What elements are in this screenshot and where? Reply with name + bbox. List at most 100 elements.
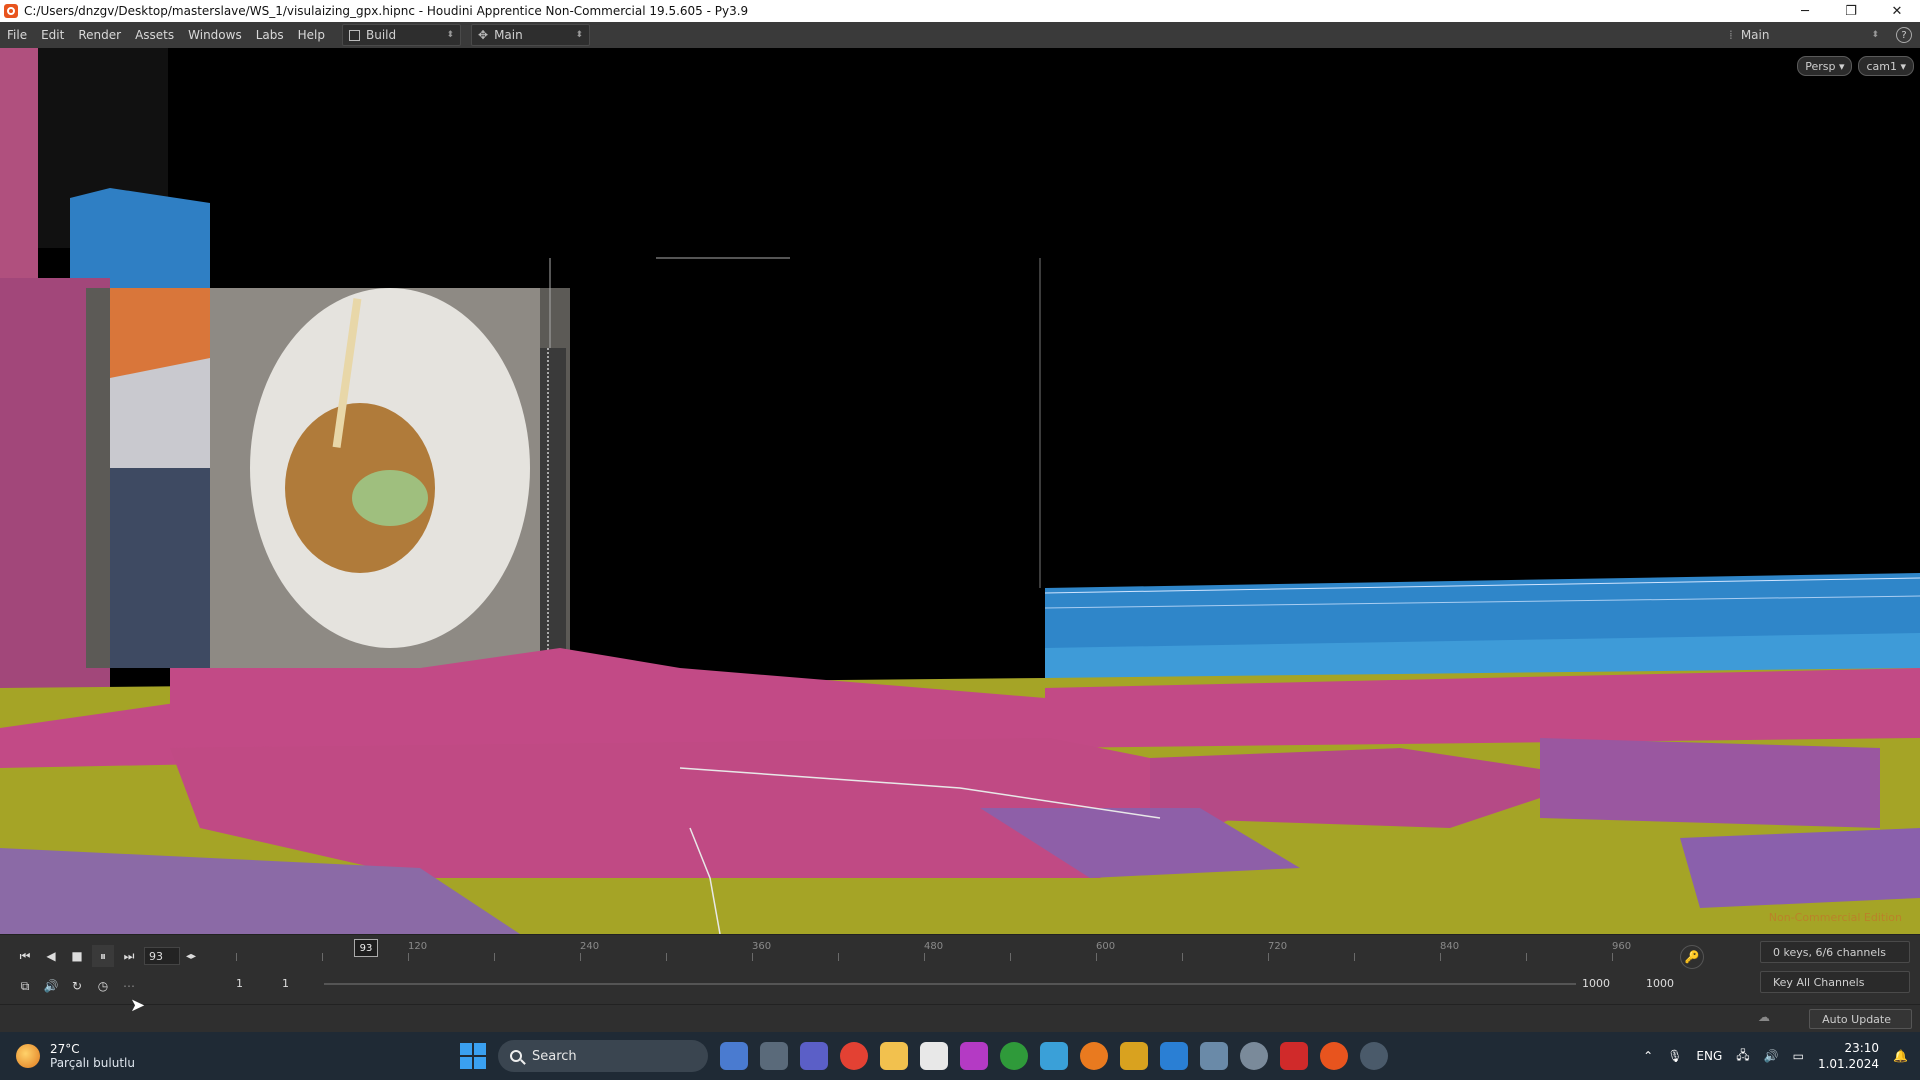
vscode-icon[interactable] — [1160, 1042, 1188, 1070]
instagram-icon[interactable] — [960, 1042, 988, 1070]
search-label: Search — [532, 1048, 577, 1064]
battery-icon[interactable]: ▭ — [1793, 1049, 1804, 1063]
scene-viewport[interactable]: Persp ▾ cam1 ▾ Non-Commercial Edition — [0, 48, 1920, 934]
perspective-menu[interactable]: Persp ▾ — [1797, 56, 1853, 76]
desktop-selector-main[interactable]: ✥ Main ⬍ — [471, 24, 590, 46]
volume-icon[interactable]: 🔊 — [1764, 1049, 1779, 1063]
blender-icon[interactable] — [1080, 1042, 1108, 1070]
chevron-updown-icon: ⬍ — [575, 30, 583, 40]
weather-desc: Parçalı bulutlu — [50, 1056, 135, 1070]
menu-windows[interactable]: Windows — [181, 28, 249, 42]
file-explorer-icon[interactable] — [880, 1042, 908, 1070]
photo-panel — [86, 288, 570, 668]
tick-label: 960 — [1612, 941, 1632, 952]
menu-help[interactable]: Help — [291, 28, 332, 42]
chevron-updown-icon: ⬍ — [446, 30, 454, 40]
weather-icon — [16, 1044, 40, 1068]
range-start-field[interactable]: 1 — [236, 977, 243, 990]
menu-file[interactable]: File — [0, 28, 34, 42]
pause-button[interactable]: ⏸ — [92, 945, 114, 967]
notification-bell-icon[interactable]: 🔔 — [1893, 1049, 1908, 1063]
houdini-app-icon — [4, 4, 18, 18]
settings-icon[interactable] — [1240, 1042, 1268, 1070]
tick-label: 120 — [408, 941, 428, 952]
maximize-button[interactable]: ❐ — [1828, 0, 1874, 22]
start-button[interactable] — [460, 1043, 486, 1069]
notepad-icon[interactable] — [1040, 1042, 1068, 1070]
range-slider[interactable] — [324, 983, 1576, 985]
clock-icon[interactable]: ◷ — [92, 975, 114, 997]
weather-temp: 27°C — [50, 1042, 80, 1056]
language-indicator[interactable]: ENG — [1696, 1049, 1722, 1063]
step-back-button[interactable]: ◀ — [40, 945, 62, 967]
close-button[interactable]: ✕ — [1874, 0, 1920, 22]
widgets-icon[interactable] — [720, 1042, 748, 1070]
network-icon[interactable]: 🖧 — [1736, 1046, 1749, 1067]
key-all-channels-button[interactable]: Key All Channels — [1760, 971, 1910, 993]
key-tool-icon[interactable]: 🔑 — [1680, 945, 1704, 969]
acrobat-icon[interactable] — [1280, 1042, 1308, 1070]
blue-block — [70, 188, 210, 288]
timeline-ruler[interactable]: 93 120 240 360 480 600 720 840 960 — [236, 939, 1666, 967]
playhead-marker[interactable]: 93 — [354, 939, 378, 957]
range-end-field[interactable]: 1000 — [1582, 977, 1610, 990]
menu-edit[interactable]: Edit — [34, 28, 71, 42]
audio-icon[interactable]: 🔊 — [40, 975, 62, 997]
layout-icon — [349, 29, 360, 41]
microphone-icon[interactable]: 🎙 — [1667, 1049, 1682, 1063]
stop-button[interactable]: ■ — [66, 945, 88, 967]
step-keys-icon[interactable]: ◂▸ — [180, 945, 202, 967]
window-titlebar: C:/Users/dnzgv/Desktop/masterslave/WS_1/… — [0, 0, 1920, 22]
window-title: C:/Users/dnzgv/Desktop/masterslave/WS_1/… — [24, 4, 749, 18]
clock[interactable]: 23:10 1.01.2024 — [1818, 1040, 1879, 1072]
chevron-up-icon[interactable]: ⌃ — [1643, 1049, 1653, 1063]
minimize-button[interactable]: ─ — [1782, 0, 1828, 22]
weather-widget[interactable]: 27°C Parçalı bulutlu — [16, 1042, 316, 1070]
keys-panel: 0 keys, 6/6 channels Key All Channels — [1760, 941, 1910, 999]
chrome-icon[interactable] — [840, 1042, 868, 1070]
camera-menu[interactable]: cam1 ▾ — [1858, 56, 1914, 76]
desktop-build-label: Build — [366, 28, 397, 42]
task-view-icon[interactable] — [760, 1042, 788, 1070]
current-frame-field[interactable]: 93 — [144, 947, 180, 965]
menu-render[interactable]: Render — [71, 28, 128, 42]
taskbar-search[interactable]: Search — [498, 1040, 708, 1072]
clock-time: 23:10 — [1844, 1041, 1880, 1055]
xbox-icon[interactable] — [1000, 1042, 1028, 1070]
desktop-selector-right[interactable]: ⁞ Main ⬍ — [1722, 24, 1886, 46]
desktop-main-label: Main — [494, 28, 523, 42]
menu-assets[interactable]: Assets — [128, 28, 181, 42]
monitor-icon[interactable] — [1200, 1042, 1228, 1070]
tick-label: 360 — [752, 941, 772, 952]
desktop-selector-build[interactable]: Build ⬍ — [342, 24, 461, 46]
tick-label: 600 — [1096, 941, 1116, 952]
fps-icon[interactable]: ⋯ — [118, 975, 140, 997]
grip-icon: ⁞ — [1729, 28, 1733, 42]
jump-start-button[interactable]: ⏮ — [14, 945, 36, 967]
mouse-cursor-icon: ➤ — [130, 995, 146, 1016]
clock-date: 1.01.2024 — [1817, 1057, 1880, 1071]
playbar: ⏮ ◀ ■ ⏸ ⏭ 93 ◂▸ 93 120 240 360 480 600 7… — [0, 934, 1920, 1005]
move-icon: ✥ — [478, 28, 489, 42]
keys-status[interactable]: 0 keys, 6/6 channels — [1760, 941, 1910, 963]
houdini-icon[interactable] — [1320, 1042, 1348, 1070]
terrain — [0, 648, 1920, 934]
houdini-launcher-icon[interactable] — [920, 1042, 948, 1070]
steam-icon[interactable] — [1360, 1042, 1388, 1070]
windows-taskbar: 27°C Parçalı bulutlu Search ⌃ 🎙 ENG 🖧 🔊 — [0, 1032, 1920, 1080]
auto-update-button[interactable]: Auto Update — [1809, 1009, 1912, 1029]
range-start-field-2[interactable]: 1 — [282, 977, 289, 990]
menu-labs[interactable]: Labs — [249, 28, 291, 42]
teams-icon[interactable] — [800, 1042, 828, 1070]
range-end-field-2[interactable]: 1000 — [1646, 977, 1674, 990]
jump-end-button[interactable]: ⏭ — [118, 945, 140, 967]
help-icon[interactable]: ? — [1896, 27, 1912, 43]
cloud-icon[interactable]: ☁ — [1758, 1010, 1770, 1024]
git-icon[interactable] — [1120, 1042, 1148, 1070]
main-menubar: File Edit Render Assets Windows Labs Hel… — [0, 22, 1920, 49]
realtime-toggle-icon[interactable]: ⧉ — [14, 975, 36, 997]
scene-render[interactable] — [0, 48, 1920, 934]
tick-label: 840 — [1440, 941, 1460, 952]
loop-icon[interactable]: ↻ — [66, 975, 88, 997]
noncommercial-watermark: Non-Commercial Edition — [1768, 911, 1902, 924]
